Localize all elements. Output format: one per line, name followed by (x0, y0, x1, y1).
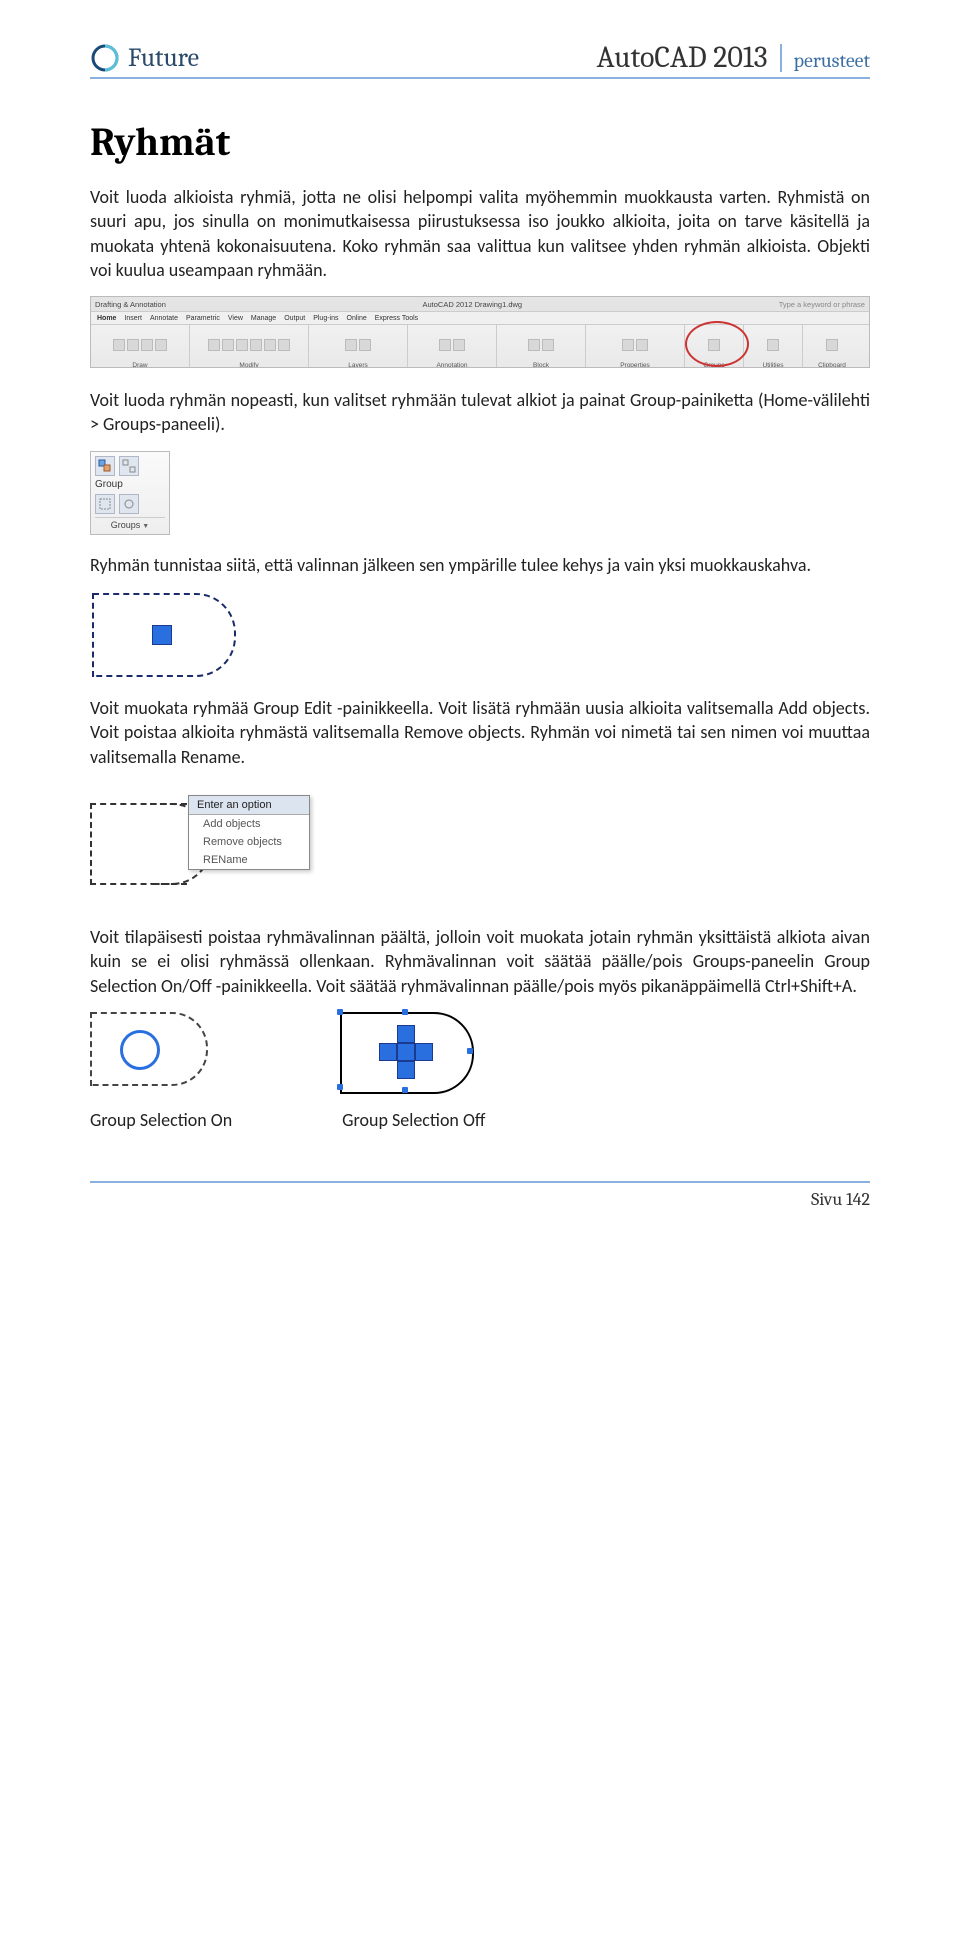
tab-plugins[interactable]: Plug-ins (313, 315, 338, 322)
handle-north (397, 1025, 415, 1043)
ribbon-title-bar: Drafting & Annotation AutoCAD 2012 Drawi… (91, 297, 869, 312)
vertex-handle (337, 1084, 343, 1090)
tab-home[interactable]: Home (97, 315, 116, 322)
panel-annotation: Annotation (408, 325, 497, 368)
panel-block: Block (497, 325, 586, 368)
ungroup-icon[interactable] (119, 456, 139, 476)
selection-on-example (90, 1012, 210, 1097)
group-edit-icon[interactable] (95, 494, 115, 514)
tab-view[interactable]: View (228, 315, 243, 322)
ribbon-body: Draw Modify Layers Annotation Block Prop… (91, 325, 869, 368)
paragraph-create: Voit luoda ryhmän nopeasti, kun valitset… (90, 388, 870, 437)
header-title: AutoCAD 2013 perusteet (597, 40, 870, 75)
group-frame-screenshot (90, 591, 240, 676)
tab-annotate[interactable]: Annotate (150, 315, 178, 322)
group-button-label[interactable]: Group (95, 479, 165, 490)
paragraph-recognize: Ryhmän tunnistaa siitä, että valinnan jä… (90, 553, 870, 577)
page-header: Future AutoCAD 2013 perusteet (90, 40, 870, 79)
group-icon[interactable] (95, 456, 115, 476)
menu-header: Enter an option (189, 796, 309, 815)
vertex-handle (467, 1048, 473, 1054)
panel-clipboard: Clipboard (803, 325, 861, 368)
handle-west (379, 1043, 397, 1061)
panel-properties: Properties (586, 325, 685, 368)
future-logo-icon (90, 43, 120, 73)
page-number: Sivu 142 (811, 1189, 870, 1210)
ribbon-tabs: Home Insert Annotate Parametric View Man… (91, 312, 869, 325)
panel-groups: Groups (685, 325, 744, 368)
paragraph-edit: Voit muokata ryhmää Group Edit -painikke… (90, 696, 870, 769)
title-separator (780, 44, 782, 72)
menu-item-add[interactable]: Add objects (189, 815, 309, 833)
caption-on: Group Selection On (90, 1109, 232, 1131)
tab-parametric[interactable]: Parametric (186, 315, 220, 322)
panel-utilities: Utilities (744, 325, 803, 368)
vertex-handle (402, 1087, 408, 1093)
groups-panel-screenshot: Group Groups (90, 451, 170, 535)
selected-circle-icon (120, 1030, 160, 1070)
vertex-handle (337, 1009, 343, 1015)
groups-panel-footer[interactable]: Groups (95, 517, 165, 530)
doc-title: AutoCAD 2013 (597, 40, 768, 75)
group-handle-icon (152, 625, 172, 645)
panel-layers: Layers (309, 325, 408, 368)
handle-south (397, 1061, 415, 1079)
handle-center (397, 1043, 415, 1061)
tab-online[interactable]: Online (347, 315, 367, 322)
page-footer: Sivu 142 (90, 1181, 870, 1210)
group-edit-menu-screenshot: Enter an option Add objects Remove objec… (90, 783, 320, 903)
menu-item-remove[interactable]: Remove objects (189, 833, 309, 851)
menu-item-rename[interactable]: REName (189, 851, 309, 869)
tab-insert[interactable]: Insert (124, 315, 142, 322)
panel-draw: Draw (91, 325, 190, 368)
vertex-handle (402, 1009, 408, 1015)
paragraph-intro: Voit luoda alkioista ryhmiä, jotta ne ol… (90, 185, 870, 282)
selection-off-example (340, 1012, 480, 1097)
panel-modify: Modify (190, 325, 309, 368)
caption-row: Group Selection On Group Selection Off (90, 1109, 870, 1131)
brand-name: Future (128, 43, 199, 73)
tab-express[interactable]: Express Tools (375, 315, 418, 322)
workspace-dropdown[interactable]: Drafting & Annotation (95, 300, 166, 309)
group-selection-icon[interactable] (119, 494, 139, 514)
context-menu: Enter an option Add objects Remove objec… (188, 795, 310, 870)
page-heading: Ryhmät (90, 119, 870, 165)
tab-manage[interactable]: Manage (251, 315, 276, 322)
brand-logo: Future (90, 43, 199, 73)
search-box[interactable]: Type a keyword or phrase (779, 300, 865, 309)
paragraph-selection-toggle: Voit tilapäisesti poistaa ryhmävalinnan … (90, 925, 870, 998)
doc-subtitle: perusteet (794, 49, 870, 72)
selection-examples (90, 1012, 870, 1097)
autocad-ribbon-screenshot: Drafting & Annotation AutoCAD 2012 Drawi… (90, 296, 870, 368)
app-title: AutoCAD 2012 Drawing1.dwg (422, 300, 522, 309)
caption-off: Group Selection Off (342, 1109, 485, 1131)
tab-output[interactable]: Output (284, 315, 305, 322)
handle-east (415, 1043, 433, 1061)
